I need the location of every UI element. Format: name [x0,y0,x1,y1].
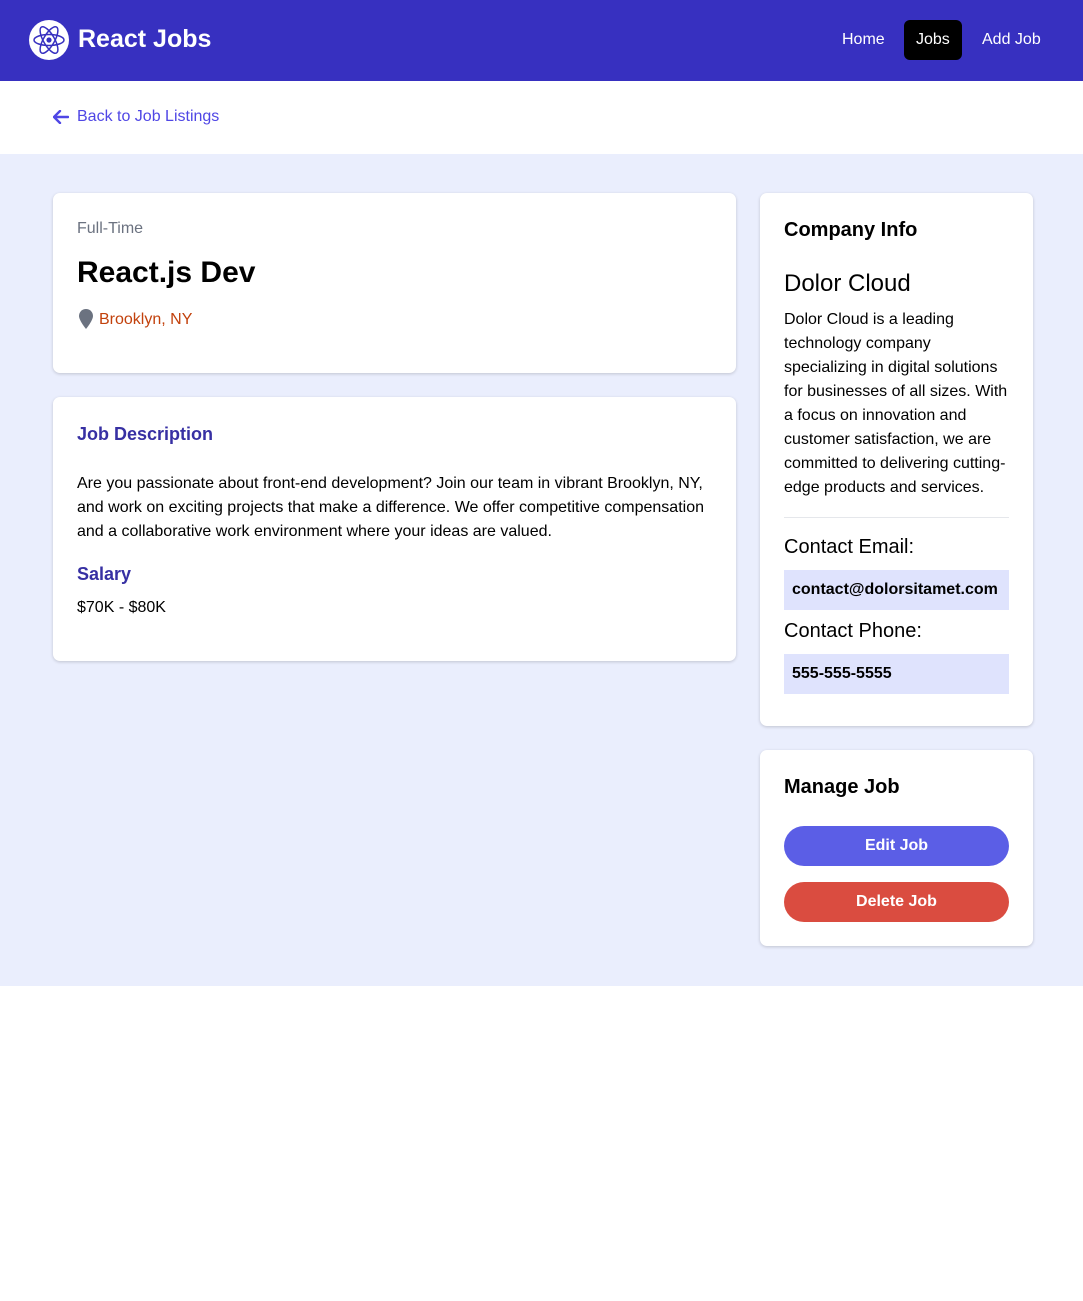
map-pin-icon [79,309,93,329]
nav-home-link[interactable]: Home [830,20,897,60]
contact-phone-label: Contact Phone: [784,620,922,642]
company-name: Dolor Cloud [784,270,911,297]
contact-email-label: Contact Email: [784,536,915,558]
salary-value: $70K - $80K [77,599,166,616]
nav-jobs-link[interactable]: Jobs [904,20,962,60]
contact-email-value: contact@dolorsitamet.com [784,570,1009,610]
back-bar: Back to Job Listings [0,81,1083,154]
job-description-card: Job Description Are you passionate about… [53,397,736,661]
description-text: Are you passionate about front-end devel… [77,475,704,540]
salary-heading: Salary [77,564,132,584]
brand-name[interactable]: React Jobs [78,22,211,56]
react-atom-icon[interactable] [29,20,69,60]
back-link-label: Back to Job Listings [77,108,220,125]
manage-job-heading: Manage Job [784,776,900,798]
delete-job-button[interactable]: Delete Job [784,882,1009,922]
navbar: React Jobs Home Jobs Add Job [0,0,1083,81]
description-heading: Job Description [77,424,214,444]
divider [784,517,1009,518]
edit-job-button[interactable]: Edit Job [784,826,1009,866]
job-header-card: Full-Time React.js Dev Brooklyn, NY [53,193,736,373]
manage-job-card: Manage Job Edit Job Delete Job [760,750,1033,946]
company-info-heading: Company Info [784,219,918,241]
company-description: Dolor Cloud is a leading technology comp… [784,311,1008,496]
job-location: Brooklyn, NY [99,311,193,328]
contact-phone-value: 555-555-5555 [784,654,1009,694]
company-info-card: Company Info Dolor Cloud Dolor Cloud is … [760,193,1033,726]
job-type: Full-Time [77,220,144,237]
arrow-left-icon [53,110,69,124]
nav-add-job-link[interactable]: Add Job [970,20,1053,60]
job-title: React.js Dev [77,256,256,289]
